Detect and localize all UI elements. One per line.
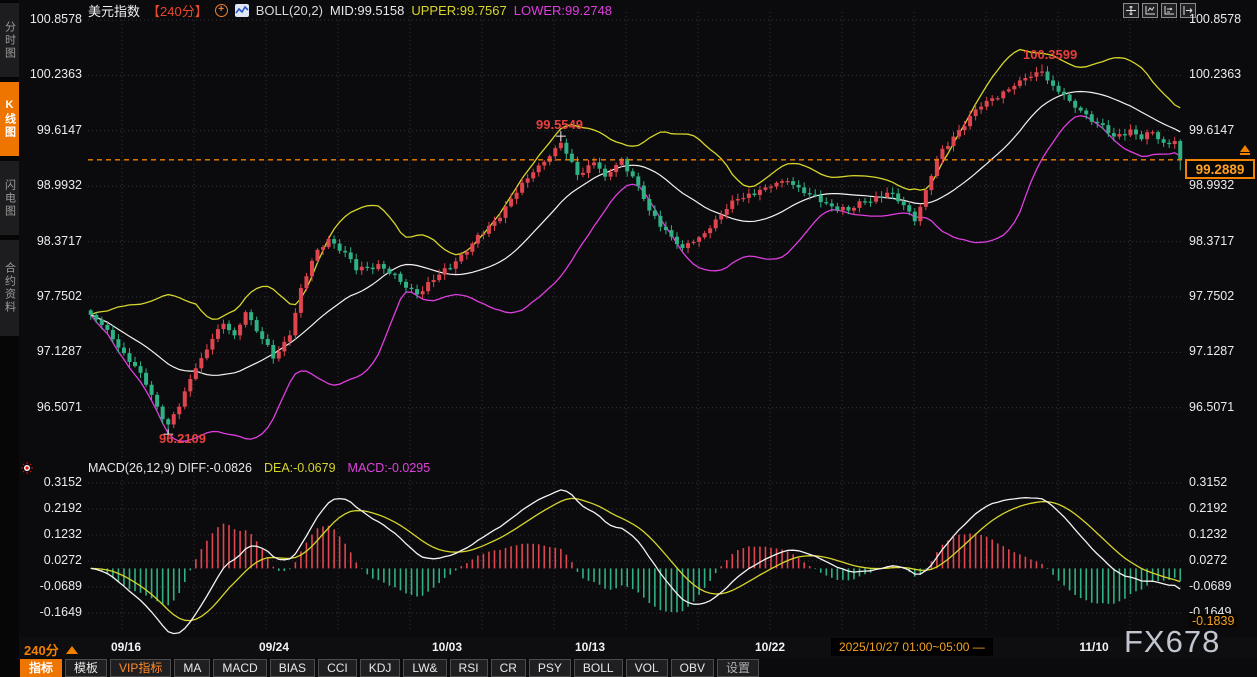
pan-tool-button[interactable]	[1123, 3, 1139, 18]
triangle-up-icon	[65, 645, 78, 654]
toolbar-item-cr[interactable]: CR	[490, 658, 526, 677]
add-indicator-icon[interactable]: +	[214, 4, 228, 17]
chart-header: 美元指数 【240分】 + BOLL(20,2) MID:99.5158 UPP…	[88, 3, 613, 19]
macd-settings-icon[interactable]	[21, 461, 33, 474]
boll-lower-value: LOWER:99.2748	[513, 3, 613, 18]
date-label: 10/03	[431, 640, 463, 654]
annotation-top-high: 100.3599	[1023, 47, 1078, 62]
toolbar-item-macd[interactable]: MACD	[213, 658, 267, 677]
toolbar-item-ma[interactable]: MA	[174, 658, 211, 677]
macd-tick: 0.3152	[43, 475, 82, 490]
date-label: 11/10	[1079, 640, 1109, 654]
macd-bar-label: MACD:-0.0295	[347, 461, 431, 475]
macd-dea-label: DEA:-0.0679	[263, 461, 336, 475]
period-badge: 【240分】	[147, 4, 208, 19]
chart-type-icon[interactable]	[234, 4, 249, 17]
macd-tick: 0.1232	[1189, 527, 1228, 542]
annotation-swing-high: 99.5549	[536, 117, 583, 132]
toolbar-item-boll[interactable]: BOLL	[573, 658, 623, 677]
macd-axis-right: 0.3152 0.2192 0.1232 0.0272 -0.0689 -0.1649 -0…	[1187, 0, 1257, 660]
toolbar-item-kdj[interactable]: KDJ	[359, 658, 401, 677]
instrument-title: 美元指数	[88, 4, 141, 19]
sidebar-tab-time-chart[interactable]: 分时图	[0, 3, 19, 77]
last-price-tag: 99.2889	[1185, 159, 1255, 179]
xaxis-row: 240分 09/16 09/24 10/03 10/13 10/22 11/10 2025…	[19, 637, 1257, 658]
bottom-toolbar: 指标 模板 VIP指标 MA MACD BIAS CCI KDJ LW& RSI…	[20, 658, 759, 677]
macd-tick: 0.1232	[43, 527, 82, 542]
macd-header: MACD(26,12,9) DIFF:-0.0826 DEA:-0.0679 M…	[88, 461, 430, 475]
toolbar-item-template[interactable]: 模板	[65, 658, 108, 677]
toolbar-item-rsi[interactable]: RSI	[449, 658, 488, 677]
macd-axis-left: 0.3152 0.2192 0.1232 0.0272 -0.0689 -0.1649	[18, 0, 84, 660]
macd-tick: 0.2192	[43, 501, 82, 516]
period-label: 240分	[24, 643, 59, 658]
macd-tick: -0.1649	[39, 605, 82, 620]
timestamp-highlight: 2025/10/27 01:00~05:00 —	[831, 638, 993, 656]
boll-upper-value: UPPER:99.7567	[411, 3, 507, 18]
macd-tick: -0.0689	[39, 579, 82, 594]
toolbar-item-bias[interactable]: BIAS	[269, 658, 316, 677]
macd-tick: -0.0689	[1189, 579, 1232, 594]
chart-canvas[interactable]	[0, 0, 1257, 677]
date-label: 09/24	[258, 640, 290, 654]
sidebar-tab-kline-chart[interactable]: K线图	[0, 82, 19, 156]
boll-mid-value: MID:99.5158	[329, 3, 405, 18]
toolbar-item-vol[interactable]: VOL	[625, 658, 668, 677]
app-window: { "app": {"watermark": "FX678"}, "sideba…	[0, 0, 1257, 677]
price-up-arrow-icon	[1240, 145, 1252, 157]
boll-indicator-label: BOLL(20,2)	[255, 3, 323, 18]
period-selector[interactable]: 240分	[24, 640, 78, 659]
date-label: 09/16	[110, 640, 142, 654]
x-axis-scale-button[interactable]	[1142, 3, 1158, 18]
macd-diff-label: MACD(26,12,9) DIFF:-0.0826	[88, 461, 252, 475]
sidebar-tab-contract-info[interactable]: 合约资料	[0, 240, 19, 336]
date-label: 10/22	[754, 640, 786, 654]
pan-icon	[1126, 6, 1136, 15]
toolbar-item-lw[interactable]: LW&	[403, 658, 447, 677]
date-label: 10/13	[574, 640, 606, 654]
x-axis-scale-icon	[1145, 6, 1155, 15]
macd-tick: 0.3152	[1189, 475, 1228, 490]
y-axis-scale-button[interactable]	[1161, 3, 1177, 18]
watermark: FX678	[1124, 624, 1221, 659]
annotation-low: 96.2109	[159, 431, 206, 446]
y-axis-scale-icon	[1164, 6, 1174, 15]
toolbar-item-settings[interactable]: 设置	[716, 658, 759, 677]
sidebar: 分时图 K线图 闪电图 合约资料	[0, 0, 19, 677]
toolbar-item-psy[interactable]: PSY	[528, 658, 571, 677]
chart-toolbar	[1123, 3, 1196, 18]
macd-tick: 0.0272	[1189, 553, 1228, 568]
toolbar-item-cci[interactable]: CCI	[318, 658, 357, 677]
toolbar-item-obv[interactable]: OBV	[670, 658, 714, 677]
macd-tick: 0.0272	[43, 553, 82, 568]
sidebar-tab-flash-chart[interactable]: 闪电图	[0, 161, 19, 235]
toolbar-item-vip-indicator[interactable]: VIP指标	[110, 658, 172, 677]
macd-tick: 0.2192	[1189, 501, 1228, 516]
toolbar-item-indicator[interactable]: 指标	[20, 658, 63, 677]
